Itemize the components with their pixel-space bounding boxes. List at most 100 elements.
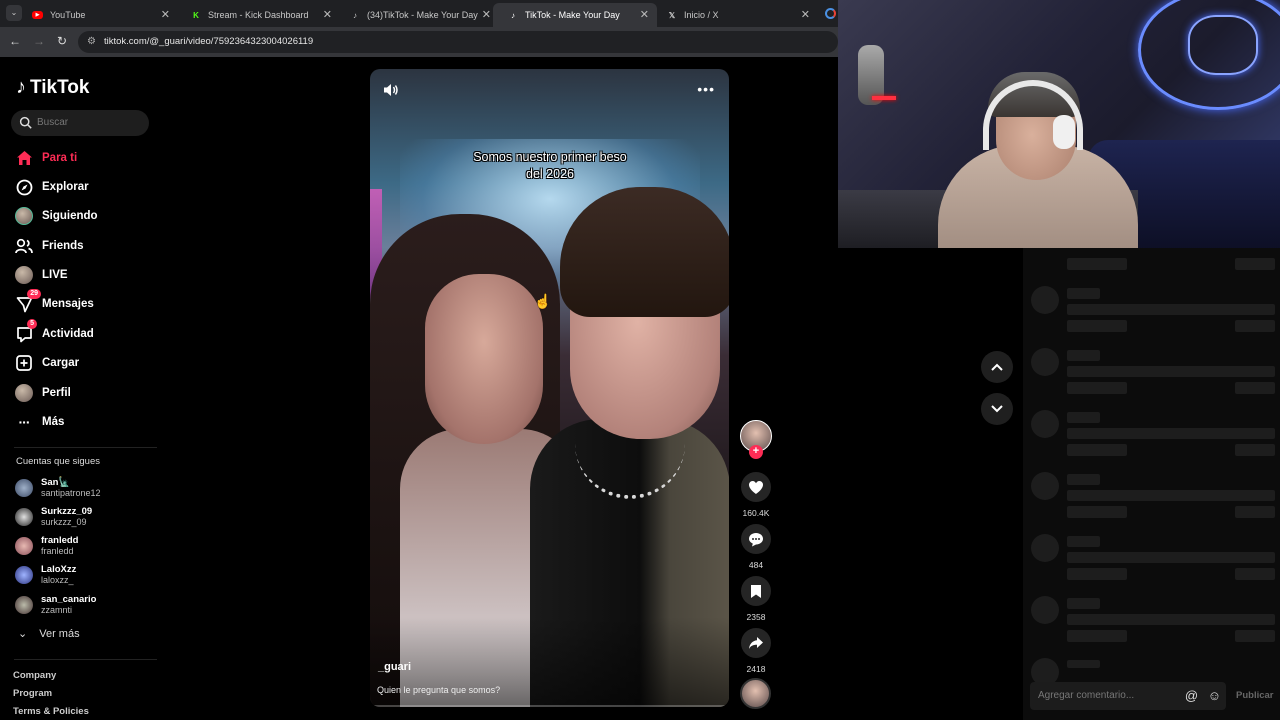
google-icon[interactable] [825, 8, 836, 19]
tiktok-logo[interactable]: ♪ TikTok [16, 76, 89, 99]
webcam-mic-light [872, 96, 896, 100]
share-action[interactable]: 2418 [740, 628, 772, 674]
heart-icon[interactable] [741, 472, 771, 502]
save-action[interactable]: 2358 [740, 576, 772, 622]
comment-count: 484 [748, 560, 764, 570]
hand-cursor-icon: ☝ [534, 293, 552, 309]
skeleton-line [1235, 444, 1275, 456]
streamer-webcam [838, 0, 1280, 248]
nav-upload[interactable]: Cargar [15, 351, 79, 375]
music-disc-avatar[interactable] [740, 678, 771, 709]
video-caption: Quien le pregunta que somos? [377, 685, 501, 695]
nav-explore[interactable]: Explorar [15, 175, 89, 199]
nav-activity[interactable]: 5 Actividad [15, 319, 94, 346]
skeleton-avatar [1031, 534, 1059, 562]
like-action[interactable]: 160.4K [740, 472, 772, 518]
comment-input[interactable]: Agregar comentario... @ ☺ [1030, 682, 1226, 710]
browser-tab[interactable]: K Stream - Kick Dashboard ✕ [176, 3, 340, 27]
browser-toolbar: ← → ↻ ⚙ tiktok.com/@_guari/video/7592364… [0, 27, 840, 57]
previous-video-button[interactable] [981, 351, 1013, 383]
tab-title: (34)TikTok - Make Your Day [367, 10, 478, 20]
mention-icon[interactable]: @ [1185, 688, 1198, 703]
skeleton-avatar [1031, 596, 1059, 624]
video-progress-bar[interactable] [370, 705, 729, 707]
share-icon[interactable] [741, 628, 771, 658]
skeleton-line [1067, 304, 1275, 315]
followed-account[interactable]: franledd franledd [15, 535, 78, 557]
skeleton-line [1067, 568, 1127, 580]
publish-button[interactable]: Publicar [1236, 690, 1274, 701]
save-count: 2358 [746, 612, 766, 622]
close-tab-icon[interactable]: ✕ [323, 8, 332, 21]
comment-action[interactable]: 484 [740, 524, 772, 570]
reload-icon[interactable]: ↻ [57, 34, 67, 48]
nav-messages[interactable]: 29 Mensajes [15, 289, 94, 316]
next-video-button[interactable] [981, 393, 1013, 425]
nav-label: Siguiendo [42, 210, 98, 222]
account-name: LaloXzz [41, 564, 77, 575]
back-arrow-icon[interactable]: ← [9, 34, 21, 48]
search-input[interactable]: Buscar [11, 110, 149, 136]
followed-account[interactable]: san_canario zzamnti [15, 594, 96, 616]
more-icon: ··· [18, 414, 31, 430]
account-avatar [15, 596, 33, 614]
close-tab-icon[interactable]: ✕ [161, 8, 170, 21]
address-url: tiktok.com/@_guari/video/759236432300402… [104, 36, 314, 47]
account-name: san_canario [41, 594, 97, 605]
skeleton-line [1067, 428, 1275, 439]
close-tab-icon[interactable]: ✕ [640, 8, 649, 21]
browser-tab-active[interactable]: ♪ TikTok - Make Your Day ✕ [493, 3, 657, 27]
more-options-icon[interactable]: ••• [697, 81, 715, 97]
like-count: 160.4K [742, 508, 770, 518]
sidebar-divider [14, 659, 157, 660]
skeleton-avatar [1031, 348, 1059, 376]
followed-account[interactable]: LaloXzz laloxzz_ [15, 564, 76, 586]
browser-tab[interactable]: ♪ (34)TikTok - Make Your Day ✕ [335, 3, 499, 27]
nav-label: Explorar [42, 181, 89, 193]
tab-title: Stream - Kick Dashboard [208, 10, 309, 20]
comment-placeholder: Agregar comentario... [1038, 690, 1135, 701]
followed-account[interactable]: San🗽 santipatrone12 [15, 477, 101, 499]
skeleton-avatar [1031, 472, 1059, 500]
nav-label: Para ti [42, 152, 78, 164]
browser-tab[interactable]: 𝕏 Inicio / X ✕ [652, 3, 818, 27]
forward-arrow-icon[interactable]: → [33, 34, 45, 48]
footer-terms-link[interactable]: Terms & Policies [13, 706, 89, 717]
footer-program-link[interactable]: Program [13, 688, 52, 699]
nav-live[interactable]: LIVE [15, 263, 68, 287]
volume-icon[interactable] [383, 82, 399, 98]
search-icon [19, 116, 32, 129]
skeleton-line [1235, 506, 1275, 518]
skeleton-line [1067, 614, 1275, 625]
see-more-accounts-button[interactable]: ⌄ Ver más [18, 627, 80, 641]
nav-following[interactable]: Siguiendo [15, 204, 98, 228]
browser-tab[interactable]: ▶ YouTube ✕ [18, 3, 178, 27]
activity-icon: 5 [15, 319, 37, 343]
account-name: franledd [41, 535, 79, 546]
address-bar[interactable]: ⚙ tiktok.com/@_guari/video/7592364323004… [78, 31, 838, 53]
profile-avatar-icon [15, 384, 33, 402]
comment-icon[interactable] [741, 524, 771, 554]
nav-more[interactable]: ··· Más [15, 410, 65, 434]
footer-company-link[interactable]: Company [13, 670, 56, 681]
skeleton-line [1235, 258, 1275, 270]
skeleton-line [1067, 506, 1127, 518]
nav-friends[interactable]: Friends [15, 234, 84, 258]
followed-account[interactable]: Surkzzz_09 surkzzz_09 [15, 506, 92, 528]
follow-plus-icon[interactable]: + [749, 445, 763, 459]
kick-icon: K [193, 10, 199, 20]
video-player[interactable]: ••• Somos nuestro primer beso del 2026 _… [370, 69, 729, 707]
close-tab-icon[interactable]: ✕ [482, 8, 491, 21]
video-author[interactable]: _guari [378, 661, 411, 673]
nav-label: Mensajes [42, 298, 94, 310]
nav-for-you[interactable]: Para ti [15, 146, 77, 170]
skeleton-line [1067, 474, 1100, 485]
logo-text: TikTok [30, 76, 90, 98]
nav-profile[interactable]: Perfil [15, 381, 71, 405]
sidebar-divider [14, 447, 157, 448]
close-tab-icon[interactable]: ✕ [801, 8, 810, 21]
site-info-icon[interactable]: ⚙ [87, 31, 96, 53]
emoji-icon[interactable]: ☺ [1208, 688, 1221, 703]
upload-icon [15, 354, 33, 372]
bookmark-icon[interactable] [741, 576, 771, 606]
